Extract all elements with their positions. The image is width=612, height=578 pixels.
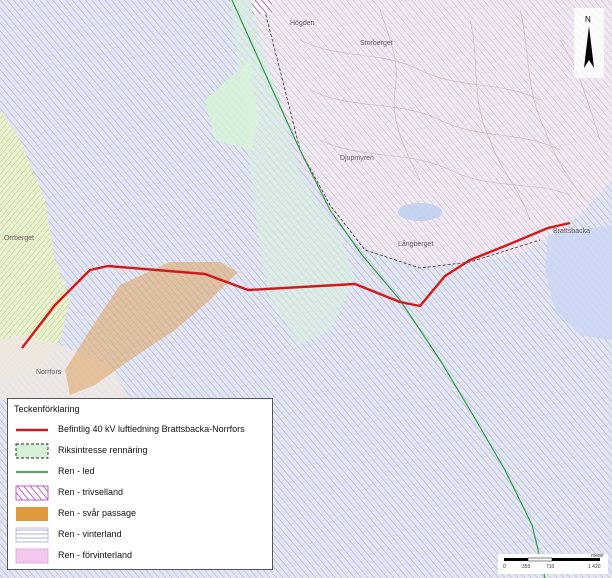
- legend-item-ren-led: Ren - led: [14, 462, 272, 482]
- legend-item-riksintresse: Riksintresse rennäring: [14, 441, 272, 461]
- legend-item-vinterland: Ren - vinterland: [14, 525, 272, 545]
- scale-label-1: 355: [522, 564, 531, 570]
- north-label: N: [585, 15, 591, 24]
- place-langberget: Långberget: [398, 240, 433, 248]
- place-hojden: Högden: [290, 20, 315, 27]
- scale-label-2: 710: [546, 564, 555, 570]
- north-arrow-icon: N: [574, 8, 604, 78]
- scale-label-3: 1 420: [588, 564, 601, 570]
- legend-item-power-line: Befintlig 40 kV luftledning Brattsbacka-…: [14, 420, 272, 440]
- place-brattsbacka: Brattsbacka: [553, 228, 590, 235]
- legend-label: Riksintresse rennäring: [58, 445, 148, 455]
- blue-hatch-icon: [15, 527, 49, 543]
- dashed-green-box-icon: [15, 443, 49, 459]
- orange-fill-icon: [16, 507, 48, 521]
- place-orrberget: Orrberget: [4, 235, 34, 242]
- place-djupmyren: Djupmyren: [340, 155, 374, 162]
- legend-label: Ren - förvinterland: [58, 550, 133, 560]
- legend-panel: Teckenförklaring Befintlig 40 kV luftled…: [7, 398, 273, 570]
- scale-unit: meter: [591, 554, 604, 559]
- scale-bar: 0 355 710 1 420 meter: [498, 554, 608, 574]
- legend-item-svar-passage: Ren - svår passage: [14, 504, 272, 524]
- place-storberget: Storberget: [360, 40, 393, 47]
- legend-label: Ren - vinterland: [58, 529, 122, 539]
- legend-label: Befintlig 40 kV luftledning Brattsbacka-…: [58, 424, 245, 434]
- legend-item-forvinterland: Ren - förvinterland: [14, 546, 272, 566]
- green-line-icon: [16, 471, 48, 473]
- legend-label: Ren - svår passage: [58, 508, 137, 518]
- lake: [398, 203, 442, 221]
- pink-fill-icon: [15, 548, 49, 564]
- legend-item-trivselland: Ren - trivselland: [14, 483, 272, 503]
- scale-label-0: 0: [503, 564, 506, 570]
- legend-label: Ren - led: [58, 466, 95, 476]
- purple-hatch-icon: [15, 485, 49, 501]
- red-line-icon: [16, 428, 48, 432]
- legend-title: Teckenförklaring: [14, 404, 80, 414]
- place-norrfors: Norrfors: [36, 369, 62, 376]
- trivselland-area: [252, 0, 272, 14]
- legend-label: Ren - trivselland: [58, 487, 124, 497]
